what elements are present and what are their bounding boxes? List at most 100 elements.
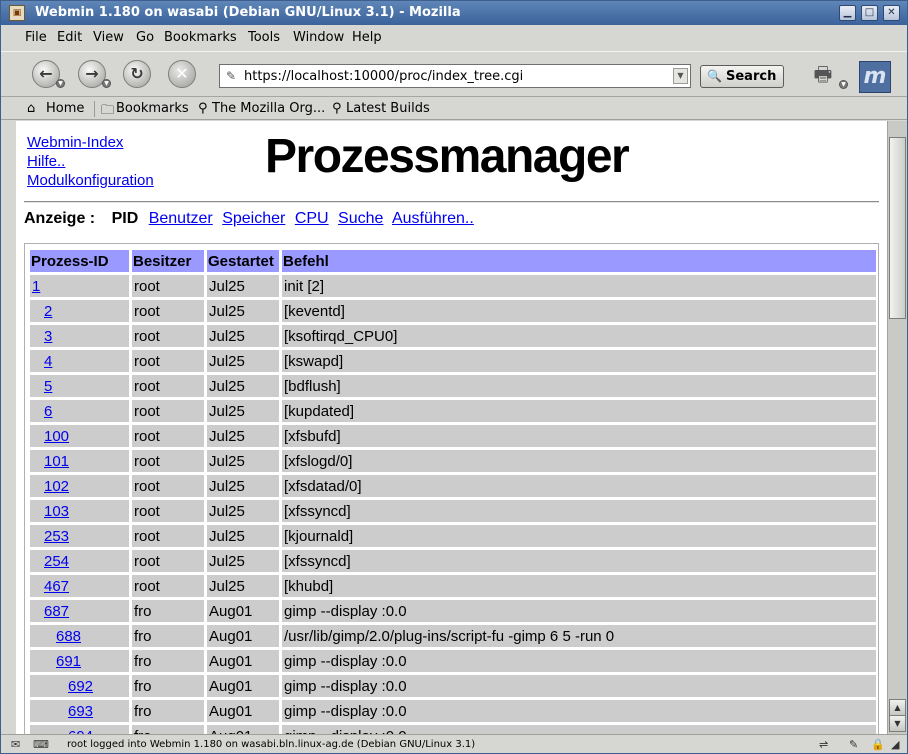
pid-link[interactable]: 691 — [56, 653, 81, 670]
menu-tools[interactable]: Tools — [248, 30, 280, 45]
bookmarks-menu[interactable]: Bookmarks — [116, 101, 189, 116]
table-row: 101 root Jul25 [xfslogd/0] — [30, 450, 876, 472]
owner-cell: root — [132, 325, 204, 347]
search-icon: 🔍 — [707, 69, 722, 83]
owner-cell: fro — [132, 675, 204, 697]
pid-link[interactable]: 5 — [44, 378, 52, 395]
command-cell: [xfssyncd] — [282, 550, 876, 572]
menu-edit[interactable]: Edit — [57, 30, 82, 45]
table-row: 692 fro Aug01 gimp --display :0.0 — [30, 675, 876, 697]
command-cell: [bdflush] — [282, 375, 876, 397]
mozilla-logo-icon[interactable]: m — [859, 61, 891, 93]
mode-search-link[interactable]: Suche — [338, 210, 383, 227]
pid-link[interactable]: 2 — [44, 303, 52, 320]
owner-cell: root — [132, 575, 204, 597]
pid-cell: 6 — [30, 400, 129, 422]
forward-history-dropdown[interactable]: ▼ — [102, 79, 111, 88]
header-command[interactable]: Befehl — [282, 250, 876, 272]
home-link[interactable]: Home — [46, 101, 84, 116]
navigation-toolbar: ← ▼ → ▼ ↻ ✕ ✎ https://localhost:10000/pr… — [1, 51, 907, 97]
bookmark-latest-builds[interactable]: Latest Builds — [346, 101, 430, 116]
pid-link[interactable]: 102 — [44, 478, 69, 495]
table-row: 102 root Jul25 [xfsdatad/0] — [30, 475, 876, 497]
pid-link[interactable]: 4 — [44, 353, 52, 370]
pid-link[interactable]: 103 — [44, 503, 69, 520]
pid-link[interactable]: 688 — [56, 628, 81, 645]
table-row: 687 fro Aug01 gimp --display :0.0 — [30, 600, 876, 622]
pid-link[interactable]: 693 — [68, 703, 93, 720]
webmin-index-link[interactable]: Webmin-Index — [27, 134, 123, 151]
table-row: 688 fro Aug01/usr/lib/gimp/2.0/plug-ins/sc… — [30, 625, 876, 647]
url-text[interactable]: https://localhost:10000/proc/index_tree.… — [244, 69, 523, 84]
pid-cell: 2 — [30, 300, 129, 322]
window-menu-icon[interactable]: ▣ — [9, 5, 25, 21]
command-cell: [xfssyncd] — [282, 500, 876, 522]
vertical-scrollbar[interactable]: ▲ ▼ — [887, 121, 907, 734]
pid-link[interactable]: 100 — [44, 428, 69, 445]
menu-file[interactable]: File — [25, 30, 47, 45]
mode-user-link[interactable]: Benutzer — [149, 210, 213, 227]
menu-go[interactable]: Go — [136, 30, 154, 45]
security-lock-icon[interactable]: 🔒 — [871, 738, 885, 751]
pid-cell: 3 — [30, 325, 129, 347]
pid-link[interactable]: 467 — [44, 578, 69, 595]
started-cell: Aug01 — [207, 650, 279, 672]
scroll-up-arrow[interactable]: ▲ — [889, 699, 906, 716]
owner-cell: root — [132, 275, 204, 297]
minimize-button[interactable]: ▁ — [839, 5, 856, 21]
table-row: 5 root Jul25 [bdflush] — [30, 375, 876, 397]
process-table-frame: Prozess-ID Besitzer Gestartet Befehl 1 ro… — [24, 243, 879, 734]
module-config-link[interactable]: Modulkonfiguration — [27, 172, 154, 189]
pid-link[interactable]: 687 — [44, 603, 69, 620]
search-button[interactable]: 🔍 Search — [700, 65, 784, 88]
pid-link[interactable]: 253 — [44, 528, 69, 545]
table-row: 4 root Jul25 [kswapd] — [30, 350, 876, 372]
module-links: Webmin-Index Hilfe.. Modulkonfiguration — [27, 133, 154, 190]
pid-link[interactable]: 1 — [32, 278, 40, 295]
page-content: Webmin-Index Hilfe.. Modulkonfiguration … — [16, 121, 887, 734]
owner-cell: root — [132, 550, 204, 572]
print-dropdown[interactable]: ▼ — [839, 80, 848, 89]
owner-cell: root — [132, 350, 204, 372]
mode-cpu-link[interactable]: CPU — [295, 210, 329, 227]
pid-link[interactable]: 6 — [44, 403, 52, 420]
owner-cell: root — [132, 475, 204, 497]
back-arrow-icon: ← — [39, 64, 53, 83]
print-icon[interactable]: 🖶 — [809, 60, 837, 86]
scrollbar-thumb[interactable] — [889, 137, 906, 319]
pid-link[interactable]: 3 — [44, 328, 52, 345]
component-bar-icon[interactable]: ⌨ — [33, 738, 49, 751]
header-started[interactable]: Gestartet — [207, 250, 279, 272]
pid-cell: 102 — [30, 475, 129, 497]
menu-window[interactable]: Window — [293, 30, 344, 45]
reload-button[interactable]: ↻ — [123, 60, 151, 88]
menu-bookmarks[interactable]: Bookmarks — [164, 30, 237, 45]
page-title: Prozessmanager — [265, 130, 630, 183]
maximize-button[interactable]: □ — [861, 5, 878, 21]
command-cell: init [2] — [282, 275, 876, 297]
started-cell: Aug01 — [207, 700, 279, 722]
pid-cell: 692 — [30, 675, 129, 697]
sidebar-toggle-icon[interactable]: ✉ — [11, 738, 20, 751]
command-cell: /usr/lib/gimp/2.0/plug-ins/script-fu -gi… — [282, 625, 876, 647]
scroll-down-arrow[interactable]: ▼ — [889, 715, 906, 732]
command-cell: gimp --display :0.0 — [282, 600, 876, 622]
bookmark-mozilla-org[interactable]: The Mozilla Org... — [212, 101, 325, 116]
header-pid[interactable]: Prozess-ID — [30, 250, 129, 272]
url-history-dropdown[interactable]: ▼ — [673, 68, 688, 84]
menu-view[interactable]: View — [93, 30, 124, 45]
mode-run-link[interactable]: Ausführen.. — [392, 210, 474, 227]
pid-link[interactable]: 101 — [44, 453, 69, 470]
url-bar[interactable]: ✎ https://localhost:10000/proc/index_tre… — [219, 64, 691, 88]
close-button[interactable]: ✕ — [883, 5, 900, 21]
pid-cell: 467 — [30, 575, 129, 597]
pid-link[interactable]: 254 — [44, 553, 69, 570]
pid-link[interactable]: 692 — [68, 678, 93, 695]
menu-help[interactable]: Help — [352, 30, 382, 45]
stop-button[interactable]: ✕ — [168, 60, 196, 88]
started-cell: Jul25 — [207, 425, 279, 447]
back-history-dropdown[interactable]: ▼ — [56, 79, 65, 88]
help-link[interactable]: Hilfe.. — [27, 153, 65, 170]
mode-memory-link[interactable]: Speicher — [222, 210, 285, 227]
header-owner[interactable]: Besitzer — [132, 250, 204, 272]
